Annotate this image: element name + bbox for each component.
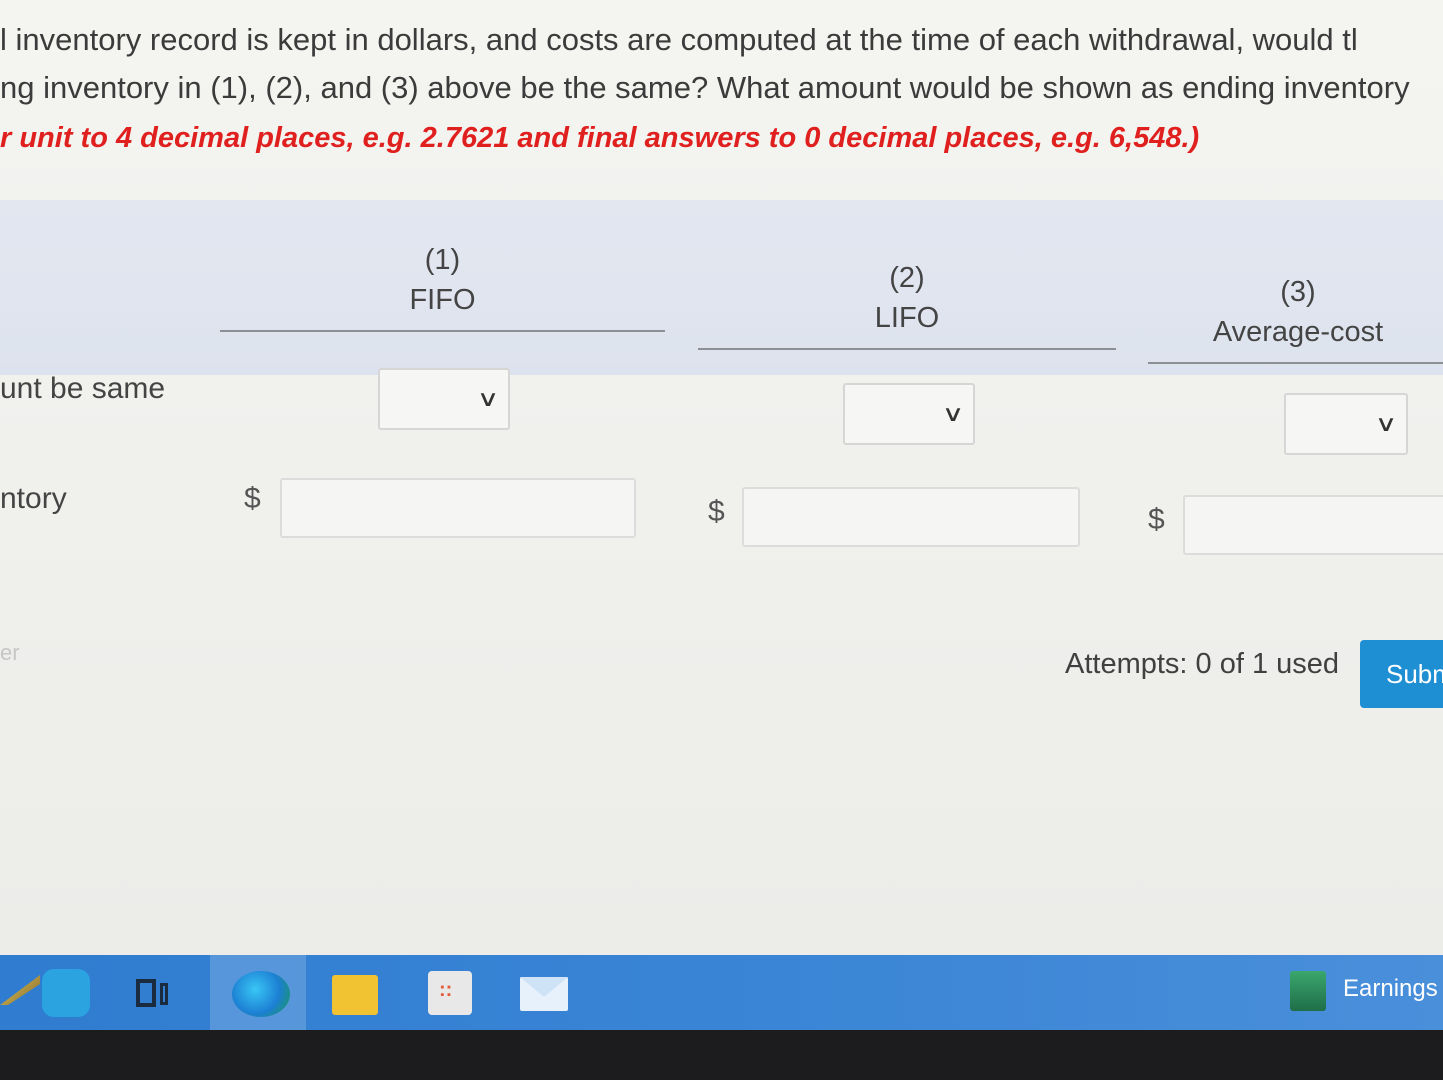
attempts-counter: Attempts: 0 of 1 used (1065, 648, 1340, 680)
column-header-average-cost: (3) Average-cost (1148, 272, 1443, 364)
chevron-down-icon: ∨ (1374, 411, 1398, 436)
store-icon[interactable] (428, 971, 472, 1015)
lifo-ending-inventory-input[interactable] (742, 487, 1080, 547)
chevron-down-icon: ∨ (476, 386, 500, 411)
column-divider (1148, 362, 1443, 364)
pencil-icon[interactable] (0, 975, 40, 1005)
column-number: (3) (1280, 276, 1316, 308)
currency-symbol: $ (708, 495, 725, 528)
rounding-instructions: r unit to 4 decimal places, e.g. 2.7621 … (0, 122, 1200, 154)
column-name: LIFO (874, 302, 940, 334)
question-text-line-1: l inventory record is kept in dollars, a… (0, 22, 1358, 57)
file-explorer-icon[interactable] (332, 975, 378, 1015)
mail-icon[interactable] (520, 977, 568, 1011)
task-view-icon[interactable] (130, 973, 174, 1017)
column-header-lifo: (2) LIFO (698, 258, 1116, 350)
row-label-ending-inventory: ntory (0, 482, 67, 515)
submit-button[interactable]: Subm (1360, 640, 1443, 708)
currency-symbol: $ (1148, 503, 1165, 536)
column-divider (220, 330, 665, 332)
question-text-line-2: ng inventory in (1), (2), and (3) above … (0, 70, 1410, 105)
row-label-same: unt be same (0, 372, 166, 405)
taskbar: Earnings (0, 955, 1443, 1030)
column-name: Average-cost (1212, 316, 1384, 348)
question-page: l inventory record is kept in dollars, a… (0, 0, 1443, 955)
fifo-ending-inventory-input[interactable] (280, 478, 636, 538)
column-divider (698, 348, 1116, 350)
lifo-same-dropdown[interactable]: ∨ (843, 383, 975, 445)
search-icon[interactable] (42, 969, 90, 1017)
average-cost-ending-inventory-input[interactable] (1183, 495, 1443, 555)
average-cost-same-dropdown[interactable]: ∨ (1284, 393, 1408, 455)
currency-symbol: $ (244, 482, 261, 515)
fifo-same-dropdown[interactable]: ∨ (378, 368, 510, 430)
earnings-widget-label[interactable]: Earnings (1343, 975, 1438, 1003)
column-number: (1) (424, 244, 461, 276)
column-name: FIFO (409, 284, 476, 316)
column-header-fifo: (1) FIFO (220, 240, 665, 332)
column-number: (2) (889, 262, 925, 294)
earnings-widget-icon[interactable] (1290, 971, 1326, 1011)
edge-icon[interactable] (232, 971, 290, 1017)
faded-label: er (0, 640, 20, 665)
monitor-bezel (0, 1030, 1443, 1080)
chevron-down-icon: ∨ (941, 401, 965, 426)
